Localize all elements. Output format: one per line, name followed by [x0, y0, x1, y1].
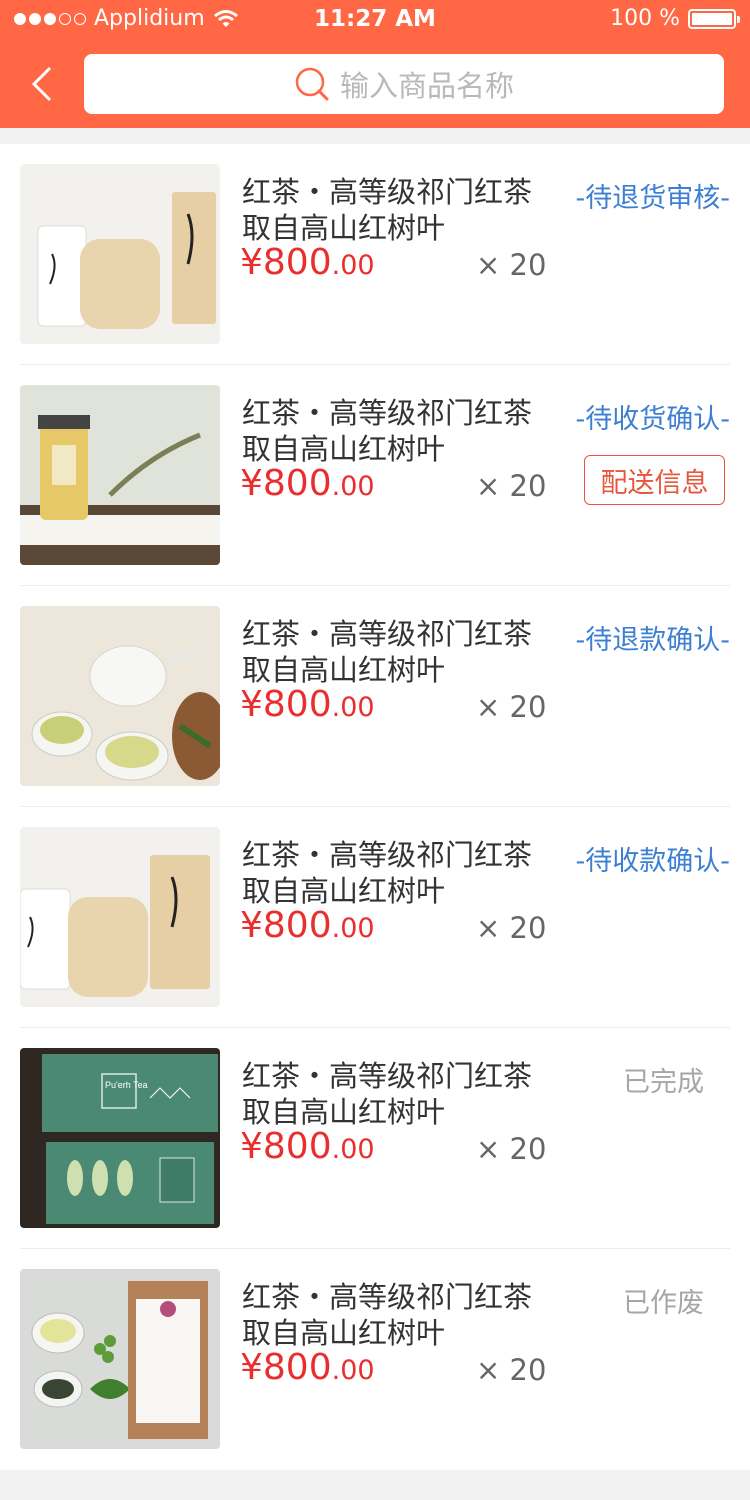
- order-status: -待收货确认-: [575, 404, 731, 435]
- product-quantity: × 20: [476, 248, 547, 282]
- product-price: ¥800.00: [240, 1347, 375, 1388]
- app-header: Applidium 11:27 AM 100 % 输入商品名称: [0, 0, 750, 128]
- order-item[interactable]: 红茶・高等级祁门红茶 取自高山红树叶 ¥800.00 × 20 -待退款确认-: [0, 586, 750, 807]
- search-placeholder: 输入商品名称: [339, 69, 514, 103]
- product-thumbnail: [20, 1269, 220, 1449]
- product-thumbnail: [20, 164, 220, 344]
- delivery-info-button[interactable]: 配送信息: [584, 455, 725, 505]
- order-status: -待退款确认-: [575, 625, 731, 656]
- order-item[interactable]: 红茶・高等级祁门红茶 取自高山红树叶 ¥800.00 × 20 -待收货确认- 配…: [0, 365, 750, 586]
- product-quantity: × 20: [476, 1353, 547, 1387]
- order-status: 已作废: [623, 1288, 704, 1319]
- chevron-left-icon[interactable]: [28, 64, 62, 104]
- product-thumbnail: [20, 385, 220, 565]
- order-status: -待退货审核-: [575, 183, 731, 214]
- product-quantity: × 20: [476, 911, 547, 945]
- order-item[interactable]: Pu'erh Tea 红茶・高等级祁门红茶 取自高山红树叶 ¥800.00 × 2…: [0, 1028, 750, 1249]
- order-item[interactable]: 红茶・高等级祁门红茶 取自高山红树叶 ¥800.00 × 20 -待收款确认-: [0, 807, 750, 1028]
- battery-icon: [688, 8, 740, 29]
- product-quantity: × 20: [476, 469, 547, 503]
- product-price: ¥800.00: [240, 684, 375, 725]
- product-thumbnail: Pu'erh Tea: [20, 1048, 220, 1228]
- product-title: 红茶・高等级祁门红茶 取自高山红树叶: [242, 1280, 533, 1350]
- product-title: 红茶・高等级祁门红茶 取自高山红树叶: [242, 838, 533, 908]
- product-quantity: × 20: [476, 690, 547, 724]
- product-title: 红茶・高等级祁门红茶 取自高山红树叶: [242, 617, 533, 687]
- product-title: 红茶・高等级祁门红茶 取自高山红树叶: [242, 1059, 533, 1129]
- product-price: ¥800.00: [240, 905, 375, 946]
- order-item[interactable]: 红茶・高等级祁门红茶 取自高山红树叶 ¥800.00 × 20 -待退货审核-: [0, 144, 750, 365]
- tea-box-label: Pu'erh Tea: [105, 1080, 148, 1090]
- order-status: 已完成: [623, 1067, 704, 1098]
- product-quantity: × 20: [476, 1132, 547, 1166]
- product-price: ¥800.00: [240, 463, 375, 504]
- order-item[interactable]: 红茶・高等级祁门红茶 取自高山红树叶 ¥800.00 × 20 已作废: [0, 1249, 750, 1470]
- battery-percent: 100 %: [610, 6, 680, 31]
- product-title: 红茶・高等级祁门红茶 取自高山红树叶: [242, 175, 533, 245]
- product-title: 红茶・高等级祁门红茶 取自高山红树叶: [242, 396, 533, 466]
- status-bar: Applidium 11:27 AM 100 %: [0, 0, 750, 40]
- search-input[interactable]: 输入商品名称: [84, 54, 724, 114]
- product-price: ¥800.00: [240, 1126, 375, 1167]
- product-thumbnail: [20, 827, 220, 1007]
- search-icon: [295, 67, 329, 101]
- product-thumbnail: [20, 606, 220, 786]
- product-price: ¥800.00: [240, 242, 375, 283]
- order-list: 红茶・高等级祁门红茶 取自高山红树叶 ¥800.00 × 20 -待退货审核- 红…: [0, 144, 750, 1470]
- order-status: -待收款确认-: [575, 846, 731, 877]
